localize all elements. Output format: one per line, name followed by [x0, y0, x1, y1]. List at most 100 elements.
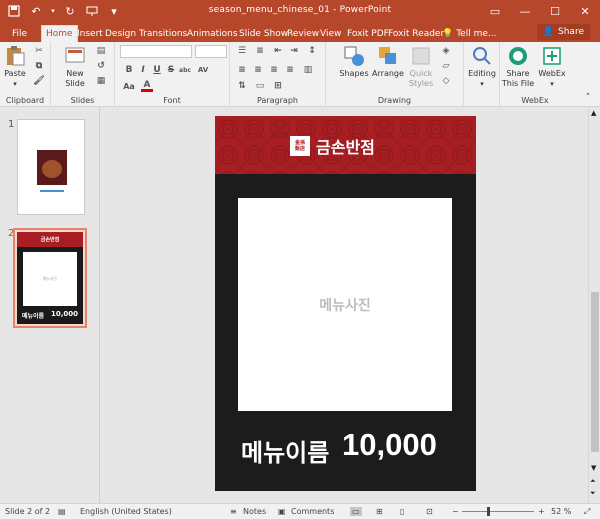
section-icon[interactable]: ▦: [95, 75, 107, 87]
ribbon-tabs: File Home Insert Design Transitions Anim…: [0, 23, 600, 42]
ribbon-display-icon[interactable]: ▭: [480, 0, 510, 23]
decrease-indent-icon[interactable]: ⇤: [272, 45, 284, 57]
language-status[interactable]: English (United States): [80, 507, 172, 516]
paste-button[interactable]: Paste ▾: [4, 45, 26, 89]
status-bar: Slide 2 of 2 ▤ English (United States) ≡…: [0, 503, 600, 519]
columns-icon[interactable]: ▥: [302, 64, 314, 76]
shapes-icon: [344, 46, 364, 66]
tab-view[interactable]: View: [316, 25, 345, 42]
zoom-slider-handle[interactable]: [487, 507, 490, 516]
share-button[interactable]: 👤 Share: [536, 24, 590, 40]
increase-indent-icon[interactable]: ⇥: [288, 45, 300, 57]
slideshow-view-icon[interactable]: ⊡: [426, 507, 433, 516]
group-paragraph: ☰ ≡ ⇤ ⇥ ↕ ≡ ≡ ≡ ≡ ▥ ⇅ ▭ ⊞ Paragraph: [230, 42, 326, 107]
webex-button[interactable]: WebEx ▾: [536, 45, 568, 89]
slide-count: Slide 2 of 2: [5, 507, 51, 516]
strikethrough-button[interactable]: S: [165, 64, 177, 76]
zoom-slider[interactable]: [462, 511, 534, 512]
align-left-icon[interactable]: ≡: [236, 64, 248, 76]
webex-add-icon: [543, 47, 561, 65]
format-painter-icon[interactable]: 🖌: [33, 75, 45, 87]
scrollbar-thumb[interactable]: [591, 292, 599, 452]
comments-button[interactable]: Comments: [291, 507, 334, 516]
reset-icon[interactable]: ↺: [95, 60, 107, 72]
title-bar: ↶ ▾ ↻ ▾ season_menu_chinese_01 - PowerPo…: [0, 0, 600, 23]
collapse-ribbon-icon[interactable]: ˄: [582, 92, 594, 104]
group-drawing: Shapes Arrange Quick Styles ◈ ▱ ◇ Drawin…: [326, 42, 464, 107]
drawing-label: Drawing: [377, 96, 412, 105]
align-center-icon[interactable]: ≡: [252, 64, 264, 76]
font-name-field[interactable]: [120, 45, 192, 58]
bullets-icon[interactable]: ☰: [236, 45, 248, 57]
notes-button[interactable]: Notes: [243, 507, 266, 516]
bold-button[interactable]: B: [123, 64, 135, 76]
quick-styles-button[interactable]: Quick Styles: [406, 45, 436, 89]
vertical-scrollbar[interactable]: ▲ ▼ ⏶ ⏷: [588, 107, 600, 503]
close-icon[interactable]: ✕: [570, 0, 600, 23]
slide-2[interactable]: 金孫飯店 금손반점 메뉴사진 메뉴이름 10,000: [215, 116, 476, 491]
menu-photo-placeholder[interactable]: 메뉴사진: [238, 198, 452, 411]
chevron-down-icon: ▾: [13, 80, 17, 88]
layout-icon[interactable]: ▤: [95, 45, 107, 57]
underline-button[interactable]: U: [151, 64, 163, 76]
scroll-up-icon[interactable]: ▲: [591, 109, 596, 117]
smartart-icon[interactable]: ⊞: [272, 80, 284, 92]
previous-slide-icon[interactable]: ⏶: [590, 477, 596, 486]
webex-icon: [509, 47, 527, 65]
lightbulb-icon: 💡: [442, 28, 454, 39]
zoom-out-icon[interactable]: −: [452, 507, 459, 516]
slides-panel: 1 2 금손반점 메뉴사진 메뉴이름 10,000: [0, 107, 100, 503]
slide-sorter-icon[interactable]: ⊞: [376, 507, 383, 516]
copy-icon[interactable]: ⧉: [33, 60, 45, 72]
shape-effects-icon[interactable]: ◇: [440, 75, 452, 87]
slide-thumbnail-1[interactable]: [17, 119, 85, 215]
character-spacing-button[interactable]: AV: [197, 64, 209, 76]
zoom-level[interactable]: 52 %: [551, 507, 571, 516]
tell-me-search[interactable]: 💡 Tell me...: [438, 25, 500, 42]
zoom-in-icon[interactable]: +: [538, 507, 545, 516]
numbering-icon[interactable]: ≡: [254, 45, 266, 57]
brand-name: 금손반점: [316, 138, 375, 157]
brand-logo: 金孫飯店 금손반점: [290, 134, 375, 158]
cut-icon[interactable]: ✂: [33, 45, 45, 57]
brand-seal: 金孫飯店: [290, 136, 310, 156]
next-slide-icon[interactable]: ⏷: [590, 489, 596, 498]
paragraph-label: Paragraph: [257, 96, 298, 105]
shadow-button[interactable]: abc: [179, 64, 191, 76]
text-direction-icon[interactable]: ⇅: [236, 80, 248, 92]
shape-outline-icon[interactable]: ▱: [440, 60, 452, 72]
reading-view-icon[interactable]: ▯: [400, 507, 404, 516]
fit-slide-icon[interactable]: ⤢: [584, 507, 590, 517]
new-slide-button[interactable]: New Slide: [61, 45, 89, 89]
thumbnail-link: [40, 190, 64, 192]
slide-thumbnail-2[interactable]: 금손반점 메뉴사진 메뉴이름 10,000: [17, 232, 83, 324]
font-color-button[interactable]: A: [141, 80, 153, 92]
comments-icon[interactable]: ▣: [278, 507, 286, 516]
line-spacing-icon[interactable]: ↕: [306, 45, 318, 57]
normal-view-icon[interactable]: ▭: [350, 507, 362, 516]
scroll-down-icon[interactable]: ▼: [591, 464, 596, 472]
slides-label: Slides: [70, 96, 95, 105]
share-this-file-button[interactable]: Share This File: [502, 45, 534, 89]
change-case-button[interactable]: Aa: [123, 80, 135, 92]
slide-canvas: 金孫飯店 금손반점 메뉴사진 메뉴이름 10,000: [101, 107, 588, 503]
group-slides: New Slide ▤ ↺ ▦ Slides: [51, 42, 115, 107]
restore-icon[interactable]: ☐: [540, 0, 570, 23]
shape-fill-icon[interactable]: ◈: [440, 45, 452, 57]
tab-animations[interactable]: Animations: [183, 25, 242, 42]
minimize-icon[interactable]: —: [510, 0, 540, 23]
shapes-button[interactable]: Shapes: [339, 45, 369, 79]
editing-button[interactable]: Editing ▾: [466, 45, 498, 89]
menu-price[interactable]: 10,000: [342, 427, 437, 463]
tab-file[interactable]: File: [8, 25, 31, 42]
menu-name[interactable]: 메뉴이름: [241, 433, 329, 468]
font-size-field[interactable]: [195, 45, 227, 58]
justify-icon[interactable]: ≡: [284, 64, 296, 76]
person-icon: 👤: [542, 27, 555, 37]
notes-icon[interactable]: ≡: [230, 507, 237, 516]
arrange-button[interactable]: Arrange: [372, 45, 404, 79]
align-text-icon[interactable]: ▭: [254, 80, 266, 92]
spell-check-icon[interactable]: ▤: [58, 507, 66, 516]
align-right-icon[interactable]: ≡: [268, 64, 280, 76]
italic-button[interactable]: I: [137, 64, 149, 76]
